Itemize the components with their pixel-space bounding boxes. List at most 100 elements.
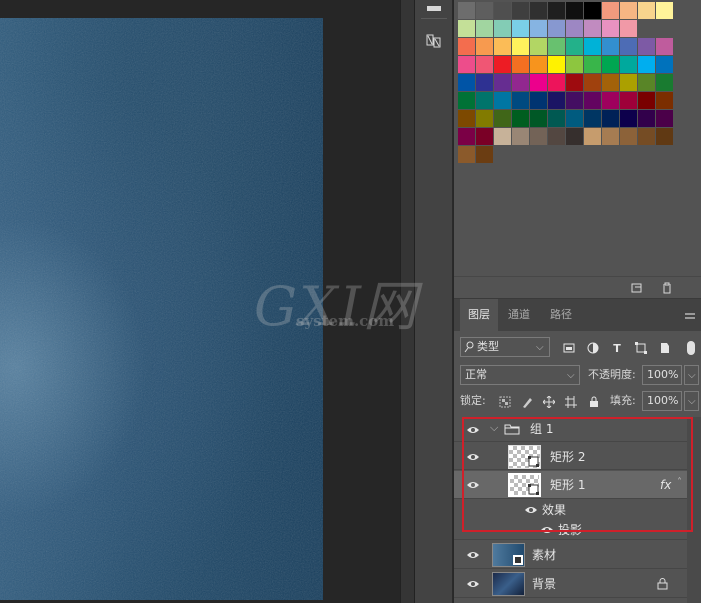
panel-collapse-strip[interactable]: [400, 0, 415, 603]
color-swatch[interactable]: [458, 128, 475, 145]
lock-position-icon[interactable]: [542, 395, 556, 409]
color-swatch[interactable]: [476, 74, 493, 91]
lock-all-icon[interactable]: [587, 395, 601, 409]
color-swatch[interactable]: [494, 38, 511, 55]
paths-panel-icon[interactable]: [423, 32, 445, 50]
eye-icon[interactable]: [466, 550, 480, 560]
chevron-down-icon[interactable]: ⌵: [490, 421, 498, 435]
color-swatch[interactable]: [494, 128, 511, 145]
color-swatch[interactable]: [548, 110, 565, 127]
color-swatch[interactable]: [620, 92, 637, 109]
color-swatch[interactable]: [620, 128, 637, 145]
color-swatch[interactable]: [584, 74, 601, 91]
color-swatch[interactable]: [602, 20, 619, 37]
color-swatch[interactable]: [476, 56, 493, 73]
color-swatch[interactable]: [656, 110, 673, 127]
color-swatch[interactable]: [548, 128, 565, 145]
color-swatch[interactable]: [620, 74, 637, 91]
color-swatch[interactable]: [638, 2, 655, 19]
color-swatch[interactable]: [566, 2, 583, 19]
color-swatch[interactable]: [512, 38, 529, 55]
color-swatch[interactable]: [602, 92, 619, 109]
color-swatch[interactable]: [602, 74, 619, 91]
color-swatch[interactable]: [476, 128, 493, 145]
color-swatch[interactable]: [656, 38, 673, 55]
blend-mode-select[interactable]: 正常: [460, 365, 580, 385]
layer-row-rect-1[interactable]: 矩形 1 fx ˄: [454, 471, 687, 499]
color-swatch[interactable]: [602, 56, 619, 73]
color-swatch[interactable]: [566, 92, 583, 109]
color-swatch[interactable]: [548, 74, 565, 91]
color-swatch[interactable]: [512, 20, 529, 37]
filter-pixel-icon[interactable]: [562, 341, 576, 355]
filter-smart-object-icon[interactable]: [658, 341, 672, 355]
color-swatch[interactable]: [458, 56, 475, 73]
color-swatch[interactable]: [494, 2, 511, 19]
color-swatch[interactable]: [530, 38, 547, 55]
layer-row-background[interactable]: 背景: [454, 570, 687, 598]
layer-row-rect-2[interactable]: 矩形 2: [454, 443, 687, 470]
delete-swatch-icon[interactable]: [660, 281, 674, 295]
color-swatch[interactable]: [602, 2, 619, 19]
color-swatch[interactable]: [638, 56, 655, 73]
color-swatch[interactable]: [530, 92, 547, 109]
eye-icon[interactable]: [466, 425, 480, 435]
color-swatch[interactable]: [458, 74, 475, 91]
color-swatch[interactable]: [512, 74, 529, 91]
fx-icon[interactable]: fx: [660, 477, 671, 493]
eye-icon[interactable]: [466, 480, 480, 490]
color-swatch[interactable]: [512, 128, 529, 145]
color-swatch[interactable]: [656, 74, 673, 91]
color-swatch[interactable]: [476, 38, 493, 55]
color-swatch[interactable]: [566, 38, 583, 55]
tab-channels[interactable]: 通道: [500, 299, 538, 331]
layer-effects-row[interactable]: 效果: [454, 500, 687, 520]
eye-icon[interactable]: [466, 579, 480, 589]
color-swatch[interactable]: [584, 56, 601, 73]
panel-menu-icon[interactable]: [685, 313, 695, 319]
color-swatch[interactable]: [620, 2, 637, 19]
color-swatch[interactable]: [656, 56, 673, 73]
color-swatch[interactable]: [530, 128, 547, 145]
color-swatch[interactable]: [530, 110, 547, 127]
filter-shape-icon[interactable]: [634, 341, 648, 355]
color-swatch[interactable]: [566, 74, 583, 91]
color-swatch[interactable]: [476, 110, 493, 127]
tab-paths[interactable]: 路径: [542, 299, 580, 331]
color-swatch[interactable]: [584, 2, 601, 19]
color-swatch[interactable]: [584, 38, 601, 55]
color-swatch[interactable]: [548, 56, 565, 73]
color-swatch[interactable]: [494, 20, 511, 37]
color-swatch[interactable]: [566, 20, 583, 37]
document-image[interactable]: [0, 18, 323, 600]
layer-row-material[interactable]: 素材: [454, 541, 687, 569]
filter-toggle[interactable]: [687, 341, 695, 355]
eye-icon[interactable]: [524, 505, 538, 515]
filter-adjustment-icon[interactable]: [586, 341, 600, 355]
color-swatch[interactable]: [458, 92, 475, 109]
filter-type-icon[interactable]: T: [610, 341, 624, 355]
color-swatch[interactable]: [656, 92, 673, 109]
color-swatch[interactable]: [620, 110, 637, 127]
color-swatch[interactable]: [638, 128, 655, 145]
color-swatch[interactable]: [656, 2, 673, 19]
color-swatch[interactable]: [656, 128, 673, 145]
color-swatch[interactable]: [620, 38, 637, 55]
color-swatch[interactable]: [566, 56, 583, 73]
opacity-input[interactable]: 100%: [642, 365, 682, 385]
color-swatch[interactable]: [548, 38, 565, 55]
color-swatch[interactable]: [530, 56, 547, 73]
color-swatch[interactable]: [638, 74, 655, 91]
color-swatch[interactable]: [458, 20, 475, 37]
color-swatch[interactable]: [620, 56, 637, 73]
fill-dropdown[interactable]: ⌵: [684, 391, 699, 411]
color-swatch[interactable]: [530, 20, 547, 37]
layers-scrollbar[interactable]: [687, 417, 701, 603]
color-swatch[interactable]: [602, 38, 619, 55]
color-swatch[interactable]: [584, 92, 601, 109]
chevron-up-icon[interactable]: ˄: [677, 477, 682, 488]
color-swatch[interactable]: [512, 2, 529, 19]
color-swatch[interactable]: [584, 20, 601, 37]
color-swatch[interactable]: [458, 38, 475, 55]
color-swatch[interactable]: [476, 20, 493, 37]
